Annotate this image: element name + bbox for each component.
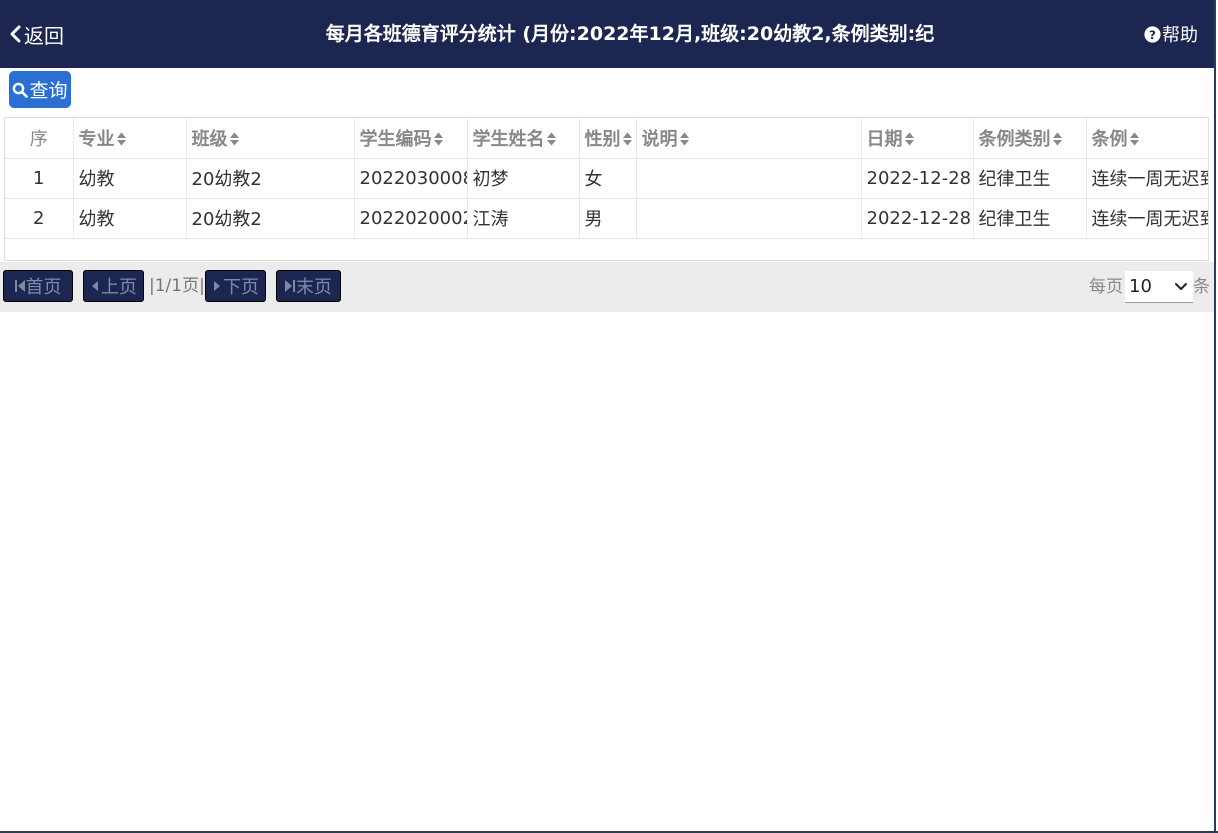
search-icon (13, 82, 29, 98)
col-header-label: 性别 (584, 128, 621, 150)
first-page-button[interactable]: 首页 (3, 270, 73, 302)
cell-student-code: 2022030008 (354, 158, 468, 199)
col-header-rule-category[interactable]: 条例类别 (973, 118, 1087, 159)
cell-note (636, 158, 862, 199)
col-header-label: 条例类别 (978, 128, 1051, 150)
cell-date: 2022-12-28 (861, 158, 974, 199)
cell-student-name: 江涛 (467, 198, 580, 239)
sort-icon (622, 132, 632, 146)
sort-icon (116, 132, 126, 146)
query-button[interactable]: 查询 (9, 71, 71, 108)
sort-icon (433, 132, 443, 146)
cell-note (636, 198, 862, 239)
data-table: 序 专业 班级 学生编码 学生姓名 性别 说明 日期 条例类别 条例 1 幼教 … (4, 117, 1209, 261)
col-header-label: 日期 (866, 128, 903, 150)
col-header-date[interactable]: 日期 (861, 118, 974, 159)
col-header-student-code[interactable]: 学生编码 (354, 118, 468, 159)
col-header-seq: 序 (5, 118, 74, 159)
pagination-bar: 首页 上页 |1/1页| 下页 末页 每页 10 条 (0, 262, 1214, 312)
last-page-icon (285, 280, 295, 292)
sort-icon (679, 132, 689, 146)
cell-major: 幼教 (73, 158, 187, 199)
caret-left-icon (92, 281, 98, 291)
col-header-label: 班级 (191, 128, 228, 150)
prev-page-button[interactable]: 上页 (83, 270, 144, 302)
table-row[interactable]: 1 幼教 20幼教2 2022030008 初梦 女 2022-12-28 纪律… (5, 158, 1208, 199)
cell-seq: 2 (5, 198, 74, 239)
cell-gender: 男 (579, 198, 637, 239)
cell-class: 20幼教2 (186, 198, 355, 239)
per-page-unit: 条 (1193, 277, 1210, 297)
top-bar: 返回 每月各班德育评分统计 (月份:2022年12月,班级:20幼教2,条例类别… (0, 0, 1214, 68)
cell-rule-category: 纪律卫生 (973, 198, 1087, 239)
cell-student-code: 2022020002 (354, 198, 468, 239)
first-page-icon (14, 280, 25, 292)
col-header-label: 学生编码 (359, 128, 432, 150)
svg-text:?: ? (1149, 27, 1156, 41)
per-page-label: 每页 (1089, 277, 1123, 297)
col-header-label: 专业 (78, 128, 115, 150)
col-header-note[interactable]: 说明 (636, 118, 862, 159)
sort-icon (229, 132, 239, 146)
col-header-class[interactable]: 班级 (186, 118, 355, 159)
cell-rule: 连续一周无迟到 (1086, 158, 1208, 199)
col-header-rule[interactable]: 条例 (1086, 118, 1208, 159)
prev-page-label: 上页 (101, 277, 137, 298)
back-button[interactable]: 返回 (8, 20, 64, 48)
window-border-right (1214, 0, 1216, 833)
last-page-label: 末页 (296, 277, 332, 298)
back-label: 返回 (24, 23, 64, 48)
cell-gender: 女 (579, 158, 637, 199)
col-header-label: 序 (29, 128, 48, 150)
first-page-label: 首页 (25, 277, 62, 298)
question-circle-icon: ? (1144, 25, 1161, 43)
col-header-student-name[interactable]: 学生姓名 (467, 118, 580, 159)
caret-right-icon (214, 281, 220, 291)
col-header-label: 条例 (1091, 128, 1128, 150)
page-info: |1/1页| (149, 276, 205, 296)
cell-class: 20幼教2 (186, 158, 355, 199)
next-page-label: 下页 (223, 277, 259, 298)
cell-rule: 连续一周无迟到 (1086, 198, 1208, 239)
table-header-row: 序 专业 班级 学生编码 学生姓名 性别 说明 日期 条例类别 条例 (5, 118, 1208, 159)
sort-icon (1052, 132, 1062, 146)
help-button[interactable]: ? 帮助 (1144, 20, 1198, 48)
col-header-label: 学生姓名 (472, 128, 545, 150)
sort-icon (904, 132, 914, 146)
page-title: 每月各班德育评分统计 (月份:2022年12月,班级:20幼教2,条例类别:纪 (325, 23, 935, 45)
cell-rule-category: 纪律卫生 (973, 158, 1087, 199)
cell-student-name: 初梦 (467, 158, 580, 199)
last-page-button[interactable]: 末页 (276, 270, 341, 302)
per-page-select[interactable]: 10 (1125, 271, 1193, 303)
sort-icon (1129, 132, 1139, 146)
chevron-down-icon (1175, 283, 1187, 290)
col-header-label: 说明 (641, 128, 678, 150)
col-header-major[interactable]: 专业 (73, 118, 187, 159)
help-label: 帮助 (1162, 25, 1198, 46)
cell-major: 幼教 (73, 198, 187, 239)
table-row[interactable]: 2 幼教 20幼教2 2022020002 江涛 男 2022-12-28 纪律… (5, 198, 1208, 239)
query-label: 查询 (29, 80, 68, 102)
chevron-left-icon (10, 25, 21, 43)
sort-icon (546, 132, 556, 146)
next-page-button[interactable]: 下页 (205, 270, 266, 302)
col-header-gender[interactable]: 性别 (579, 118, 637, 159)
cell-date: 2022-12-28 (861, 198, 974, 239)
per-page-value: 10 (1129, 276, 1152, 297)
cell-seq: 1 (5, 158, 74, 199)
